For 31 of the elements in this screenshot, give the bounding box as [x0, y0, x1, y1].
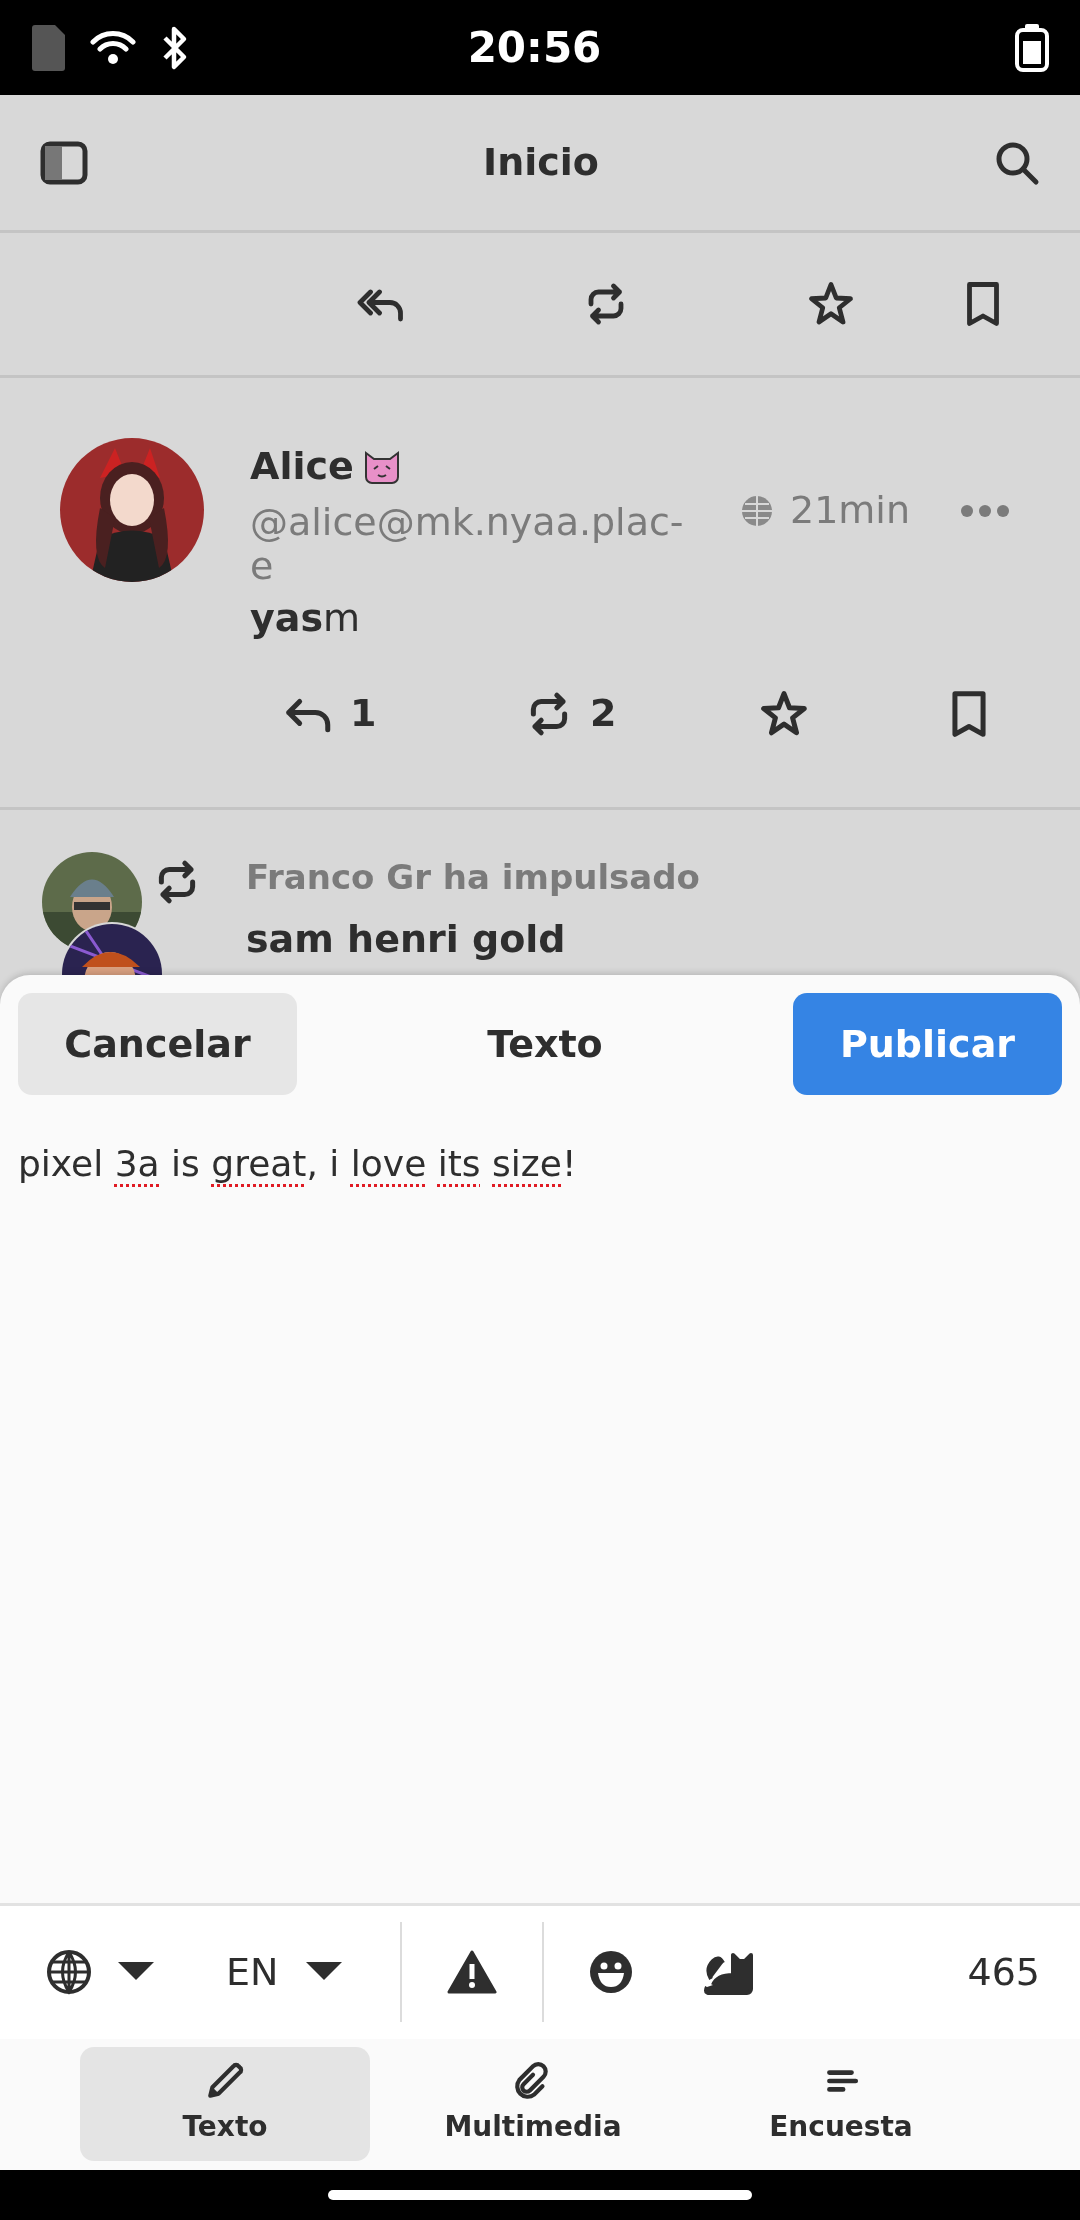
caret-icon[interactable]: [306, 1962, 343, 1983]
sim-card-icon: [30, 23, 66, 72]
post-content: yasm: [250, 595, 362, 643]
publish-button[interactable]: Publicar: [793, 993, 1062, 1095]
tab[interactable]: Multimedia: [388, 2046, 678, 2161]
post-time: 21min: [790, 487, 910, 534]
caret-icon[interactable]: [118, 1962, 154, 1983]
post-text-field[interactable]: pixel 3a is great, i love its size!: [0, 1137, 1080, 1903]
boost-label: Franco Gr ha impulsado: [246, 856, 700, 899]
tab[interactable]: Texto: [80, 2046, 370, 2161]
cancel-button[interactable]: Cancelar: [18, 993, 297, 1095]
author-name: sam henri gold: [246, 916, 567, 963]
clock: 20:56: [466, 22, 603, 74]
globe-icon: [740, 493, 774, 528]
user-handle: @alice@mk.nyaa.plac-: [250, 501, 685, 545]
count: 1: [350, 690, 377, 738]
smiley-icon[interactable]: [588, 1949, 634, 1996]
composer-title: Texto: [487, 1020, 603, 1068]
tab[interactable]: Encuesta: [696, 2046, 986, 2161]
globe-icon[interactable]: [46, 1949, 92, 1996]
more-icon[interactable]: [960, 504, 1010, 518]
character-count: 465: [967, 1948, 1040, 1996]
sidebar-icon[interactable]: [40, 140, 88, 185]
wifi-icon: [90, 29, 136, 66]
count: 2: [590, 690, 617, 738]
author-name: Alice: [250, 443, 354, 490]
battery-icon: [1014, 23, 1050, 72]
warning-icon[interactable]: [447, 1950, 497, 1995]
page-title: Inicio: [483, 139, 599, 186]
language-selector[interactable]: EN: [226, 1943, 279, 2001]
user-handle: e: [250, 544, 275, 589]
